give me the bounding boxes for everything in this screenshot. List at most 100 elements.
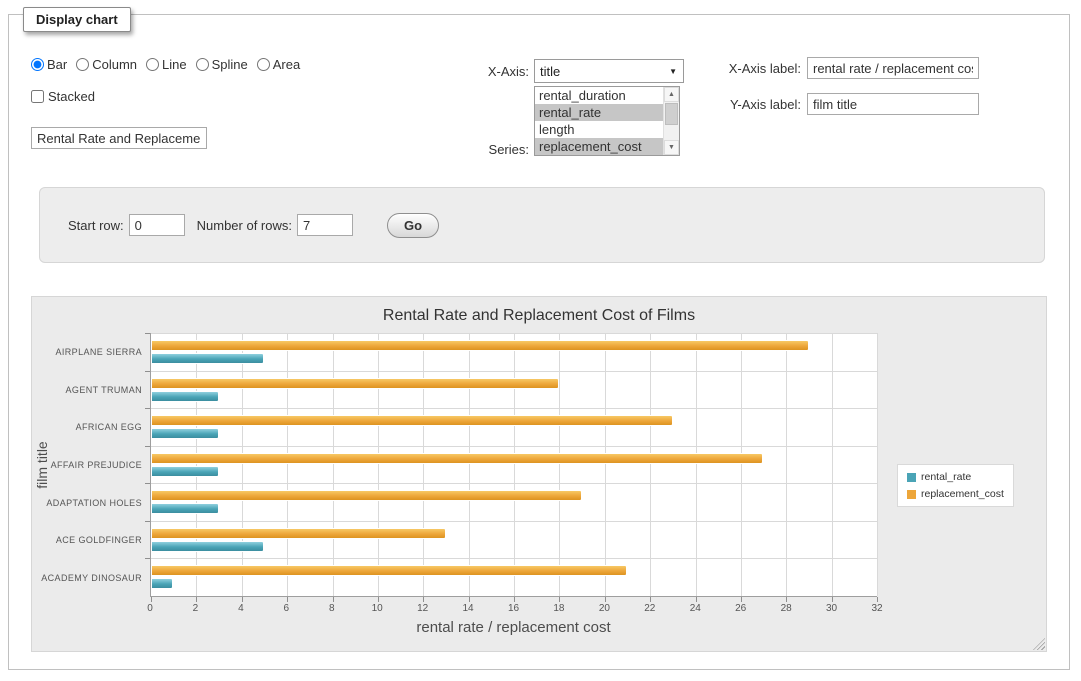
x-tickmark [559,597,560,602]
radio-label: Spline [212,57,248,72]
x-tickmark [696,597,697,602]
x-tick-label: 0 [147,603,153,614]
spline-radio[interactable] [196,58,209,71]
line-radio[interactable] [146,58,159,71]
y-axis-label-row: Y-Axis label: [665,93,979,115]
series-option-length[interactable]: length [535,121,663,138]
bar-replacement_cost[interactable] [151,528,446,539]
y-tickmark [145,521,150,522]
bar-rental_rate[interactable] [151,391,219,402]
series-options: rental_durationrental_ratelengthreplacem… [535,87,663,155]
chart-type-option-spline[interactable]: Spline [196,57,248,72]
stacked-checkbox[interactable] [31,90,44,103]
legend-label: replacement_cost [921,488,1004,500]
x-tick-label: 24 [690,603,701,614]
gridline [877,333,878,596]
rows-panel: Start row: Number of rows: Go [39,187,1045,263]
series-option-rental_rate[interactable]: rental_rate [535,104,663,121]
num-rows-input[interactable] [297,214,353,236]
bar-group [151,558,877,596]
x-tick-label: 10 [372,603,383,614]
scroll-down-icon[interactable]: ▼ [664,140,679,155]
x-tickmark [333,597,334,602]
y-tickmark [145,558,150,559]
chart-type-option-bar[interactable]: Bar [31,57,67,72]
bar-rental_rate[interactable] [151,353,264,364]
category-label: AIRPLANE SIERRA [32,333,142,371]
bar-radio[interactable] [31,58,44,71]
x-tick-label: 20 [599,603,610,614]
x-tick-label: 32 [871,603,882,614]
legend-label: rental_rate [921,471,971,483]
x-tick-label: 8 [329,603,335,614]
x-axis-title: rental rate / replacement cost [150,619,877,636]
bar-rental_rate[interactable] [151,428,219,439]
y-tickmark [145,483,150,484]
x-tick-label: 6 [284,603,290,614]
num-rows-label: Number of rows: [197,218,292,233]
start-row-input[interactable] [129,214,185,236]
y-axis-label-label: Y-Axis label: [665,97,801,112]
bar-group [151,446,877,484]
plot-area [150,333,877,597]
category-label: ACE GOLDFINGER [32,522,142,560]
x-tickmark [151,597,152,602]
x-tickmark [514,597,515,602]
x-tick-label: 4 [238,603,244,614]
chart-type-option-column[interactable]: Column [76,57,137,72]
bar-replacement_cost[interactable] [151,453,763,464]
x-axis-row: X-Axis: title ▼ [439,59,684,83]
series-option-rental_duration[interactable]: rental_duration [535,87,663,104]
legend-item-replacement_cost[interactable]: replacement_cost [907,488,1004,500]
go-button[interactable]: Go [387,213,439,238]
chart-type-option-line[interactable]: Line [146,57,187,72]
y-tickmark [145,333,150,334]
area-radio[interactable] [257,58,270,71]
column-radio[interactable] [76,58,89,71]
legend-swatch [907,490,916,499]
resize-handle-icon[interactable] [1033,638,1045,650]
category-label: AFRICAN EGG [32,408,142,446]
bar-replacement_cost[interactable] [151,378,559,389]
bar-replacement_cost[interactable] [151,415,673,426]
x-tick-label: 2 [193,603,199,614]
bar-rental_rate[interactable] [151,503,219,514]
page: Display chart BarColumnLineSplineArea St… [0,0,1081,681]
chart-type-option-area[interactable]: Area [257,57,300,72]
x-axis-label-input[interactable] [807,57,979,79]
stacked-option[interactable]: Stacked [31,89,95,104]
x-tickmark [832,597,833,602]
bar-group [151,521,877,559]
bar-replacement_cost[interactable] [151,565,627,576]
radio-label: Bar [47,57,67,72]
scrollbar-track[interactable] [664,126,679,140]
x-tick-label: 28 [781,603,792,614]
bar-replacement_cost[interactable] [151,490,582,501]
chart-title-input[interactable] [31,127,207,149]
bar-rental_rate[interactable] [151,578,173,589]
y-axis-label-input[interactable] [807,93,979,115]
bar-rental_rate[interactable] [151,541,264,552]
x-tick-label: 18 [553,603,564,614]
y-tickmark [145,408,150,409]
display-chart-fieldset: Display chart BarColumnLineSplineArea St… [8,14,1070,670]
x-tickmark [378,597,379,602]
x-axis-select[interactable]: title [534,59,684,83]
y-tickmark [145,446,150,447]
x-tick-label: 22 [644,603,655,614]
x-tick-labels: 02468101214161820222426283032 [150,603,877,615]
category-label: AGENT TRUMAN [32,371,142,409]
x-tickmark [877,597,878,602]
x-tickmark [287,597,288,602]
bar-rental_rate[interactable] [151,466,219,477]
bar-group [151,371,877,409]
bar-group [151,483,877,521]
chart-type-radio-group: Bar Column Line Spline Area [31,57,309,72]
category-labels: AIRPLANE SIERRAAGENT TRUMANAFRICAN EGGAF… [32,333,142,597]
legend-item-rental_rate[interactable]: rental_rate [907,471,1004,483]
x-tickmark [605,597,606,602]
bar-replacement_cost[interactable] [151,340,809,351]
chart-container: Rental Rate and Replacement Cost of Film… [31,296,1047,652]
series-listbox[interactable]: rental_durationrental_ratelengthreplacem… [534,86,680,156]
series-option-replacement_cost[interactable]: replacement_cost [535,138,663,155]
